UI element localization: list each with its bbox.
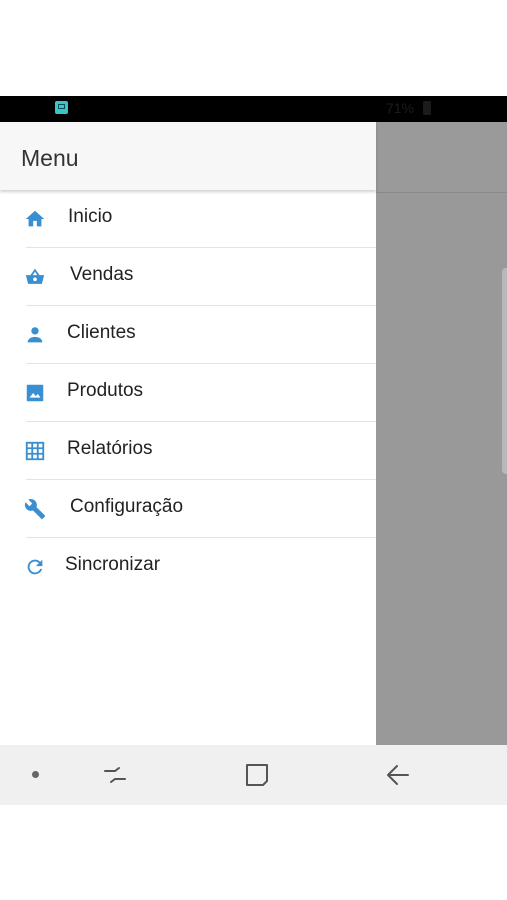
- recents-icon[interactable]: [102, 762, 128, 788]
- basket-icon: [25, 268, 45, 284]
- system-nav-bar: [0, 745, 507, 805]
- menu-item-label: Configuração: [70, 496, 184, 517]
- image-icon: [26, 384, 44, 402]
- drawer-header: Menu: [0, 122, 376, 190]
- menu-item-produtos[interactable]: Produtos: [0, 364, 376, 422]
- app-screen: Menu Inicio Vendas Clientes Produtos Rel…: [0, 122, 507, 745]
- dot-icon[interactable]: [32, 771, 39, 778]
- menu-item-label: Produtos: [67, 380, 144, 401]
- menu-item-label: Clientes: [67, 322, 136, 343]
- menu-item-label: Inicio: [68, 206, 113, 227]
- menu-item-relatorios[interactable]: Relatórios: [0, 422, 376, 480]
- status-bar: 71%: [0, 96, 507, 122]
- menu-item-vendas[interactable]: Vendas: [0, 248, 376, 306]
- back-icon[interactable]: [385, 762, 411, 788]
- menu-item-label: Relatórios: [67, 438, 153, 459]
- battery-percentage: 71%: [386, 100, 415, 116]
- menu-item-label: Sincronizar: [65, 554, 161, 575]
- menu-item-configuracao[interactable]: Configuração: [0, 480, 376, 538]
- refresh-icon: [27, 559, 43, 575]
- menu-item-clientes[interactable]: Clientes: [0, 306, 376, 364]
- menu-item-label: Vendas: [70, 264, 134, 285]
- drawer-scrim[interactable]: [376, 122, 507, 745]
- app-notification-icon: [55, 101, 68, 114]
- edge-panel-handle[interactable]: [502, 268, 507, 474]
- person-icon: [27, 327, 43, 343]
- grid-icon: [25, 441, 45, 461]
- home-button-icon[interactable]: [244, 762, 270, 788]
- drawer-title: Menu: [21, 145, 79, 171]
- background-app-bar: [376, 122, 507, 193]
- wrench-icon: [24, 499, 46, 520]
- home-icon: [25, 210, 45, 227]
- drawer-menu: Inicio Vendas Clientes Produtos Relatóri…: [0, 190, 376, 596]
- menu-item-sincronizar[interactable]: Sincronizar: [0, 538, 376, 596]
- battery-icon: [423, 101, 431, 115]
- menu-item-inicio[interactable]: Inicio: [0, 190, 376, 248]
- navigation-drawer: Menu Inicio Vendas Clientes Produtos Rel…: [0, 122, 376, 745]
